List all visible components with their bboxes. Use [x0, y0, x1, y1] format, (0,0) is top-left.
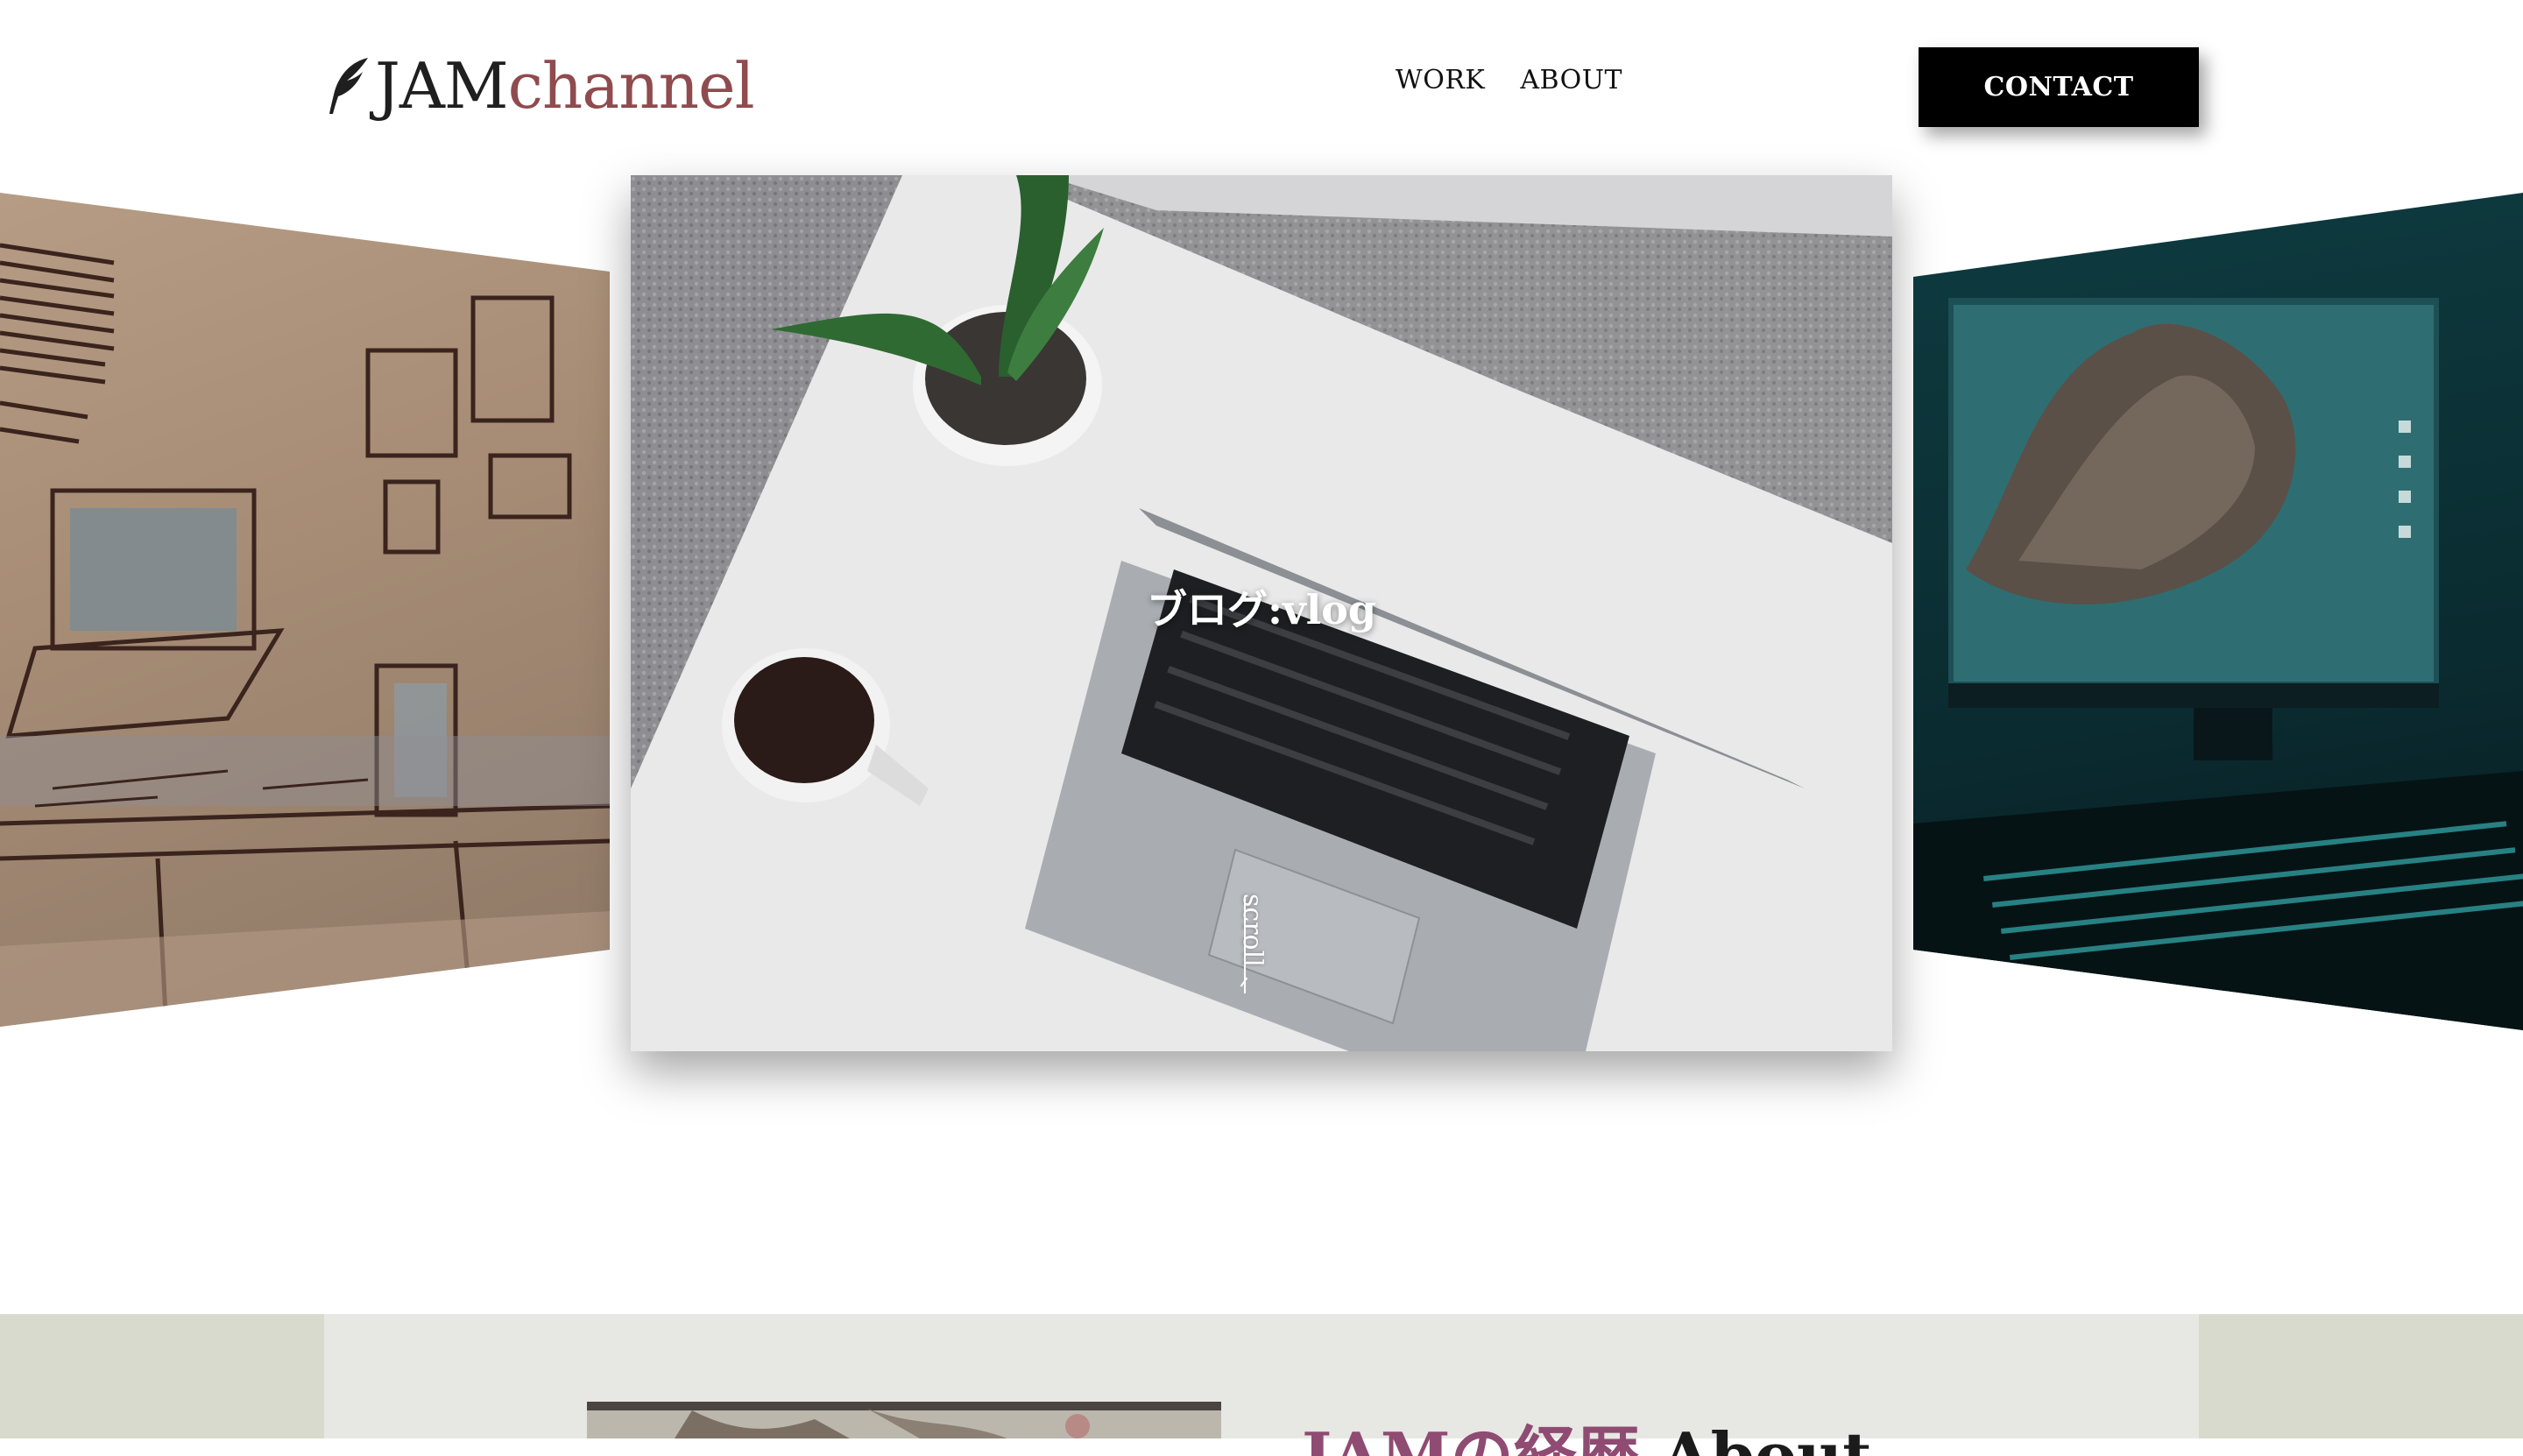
about-heading-jp: JAMの経歴: [1302, 1419, 1640, 1456]
quill-icon: [329, 58, 368, 114]
contact-button[interactable]: CONTACT: [1919, 47, 2199, 127]
desk-workspace-image: [0, 243, 610, 1027]
nav-link-about[interactable]: ABOUT: [1520, 65, 1622, 95]
about-heading: JAMの経歴 About: [1302, 1419, 2003, 1456]
logo[interactable]: JAMchannel: [326, 49, 755, 123]
carousel-slide-left[interactable]: [0, 193, 610, 1027]
main-nav: WORK ABOUT: [1396, 65, 1622, 95]
carousel-slide-right[interactable]: [1913, 193, 2523, 1030]
nav-link-work[interactable]: WORK: [1396, 65, 1485, 95]
slide-title: ブログ:vlog: [1146, 586, 1377, 633]
scroll-indicator[interactable]: scroll: [1237, 894, 1268, 967]
logo-text-jam: JAM: [375, 49, 509, 123]
desktop-monitor-image: [1913, 298, 2523, 1030]
about-image: [587, 1402, 1221, 1438]
about-heading-en: About: [1662, 1419, 1872, 1456]
logo-text-channel: channel: [507, 49, 755, 123]
